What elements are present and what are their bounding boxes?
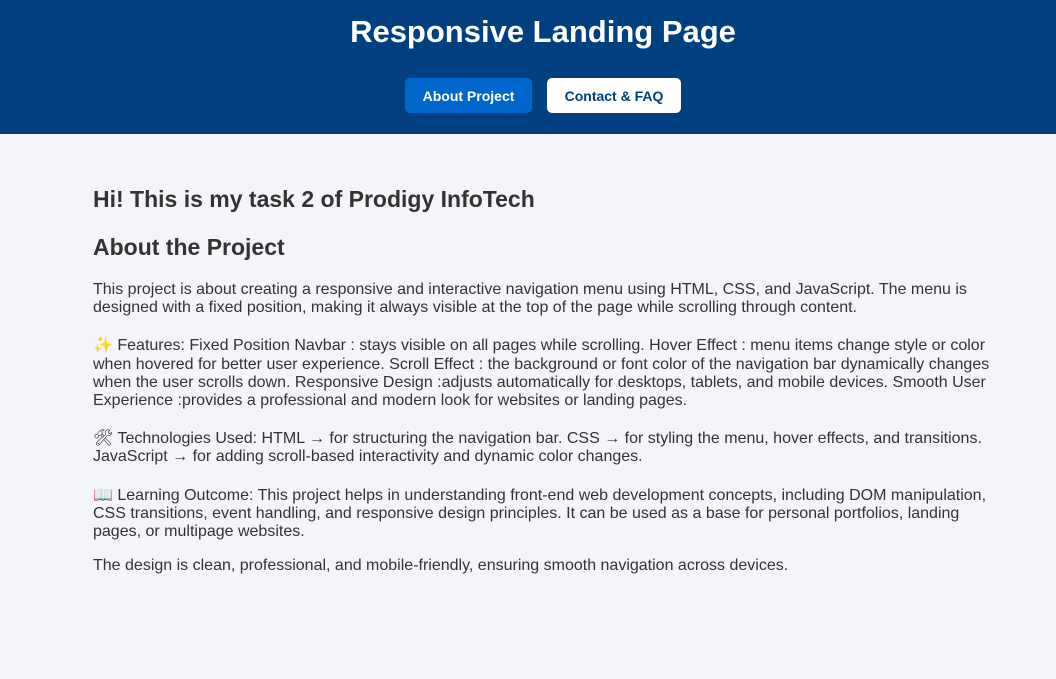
learning-paragraph: 📖 Learning Outcome: This project helps i… [93, 484, 998, 542]
section-title: About the Project [93, 234, 285, 260]
nav-about-project-button[interactable]: About Project [405, 78, 532, 113]
features-paragraph: ✨ Features: Fixed Position Navbar : stay… [93, 336, 998, 410]
features-text: Features: Fixed Position Navbar : stays … [93, 337, 990, 410]
intro-paragraph: This project is about creating a respons… [93, 281, 967, 317]
tools-icon: 🛠 [93, 428, 114, 448]
closing-paragraph: The design is clean, professional, and m… [93, 557, 789, 575]
site-header: Responsive Landing Page About Project Co… [0, 0, 1056, 134]
main-content: Hi! This is my task 2 of Prodigy InfoTec… [93, 184, 998, 575]
greeting-heading: Hi! This is my task 2 of Prodigy InfoTec… [93, 186, 535, 212]
technologies-paragraph: 🛠 Technologies Used: HTML → for structur… [93, 429, 998, 466]
open-book-icon: 📖 [93, 484, 113, 504]
technologies-text: Technologies Used: HTML → for structurin… [93, 430, 982, 466]
page-title: Responsive Landing Page [350, 14, 736, 49]
main-nav: About Project Contact & FAQ [0, 78, 1056, 113]
sparkles-icon: ✨ [93, 335, 113, 355]
nav-contact-faq-button[interactable]: Contact & FAQ [547, 78, 681, 113]
learning-text: Learning Outcome: This project helps in … [93, 486, 987, 541]
